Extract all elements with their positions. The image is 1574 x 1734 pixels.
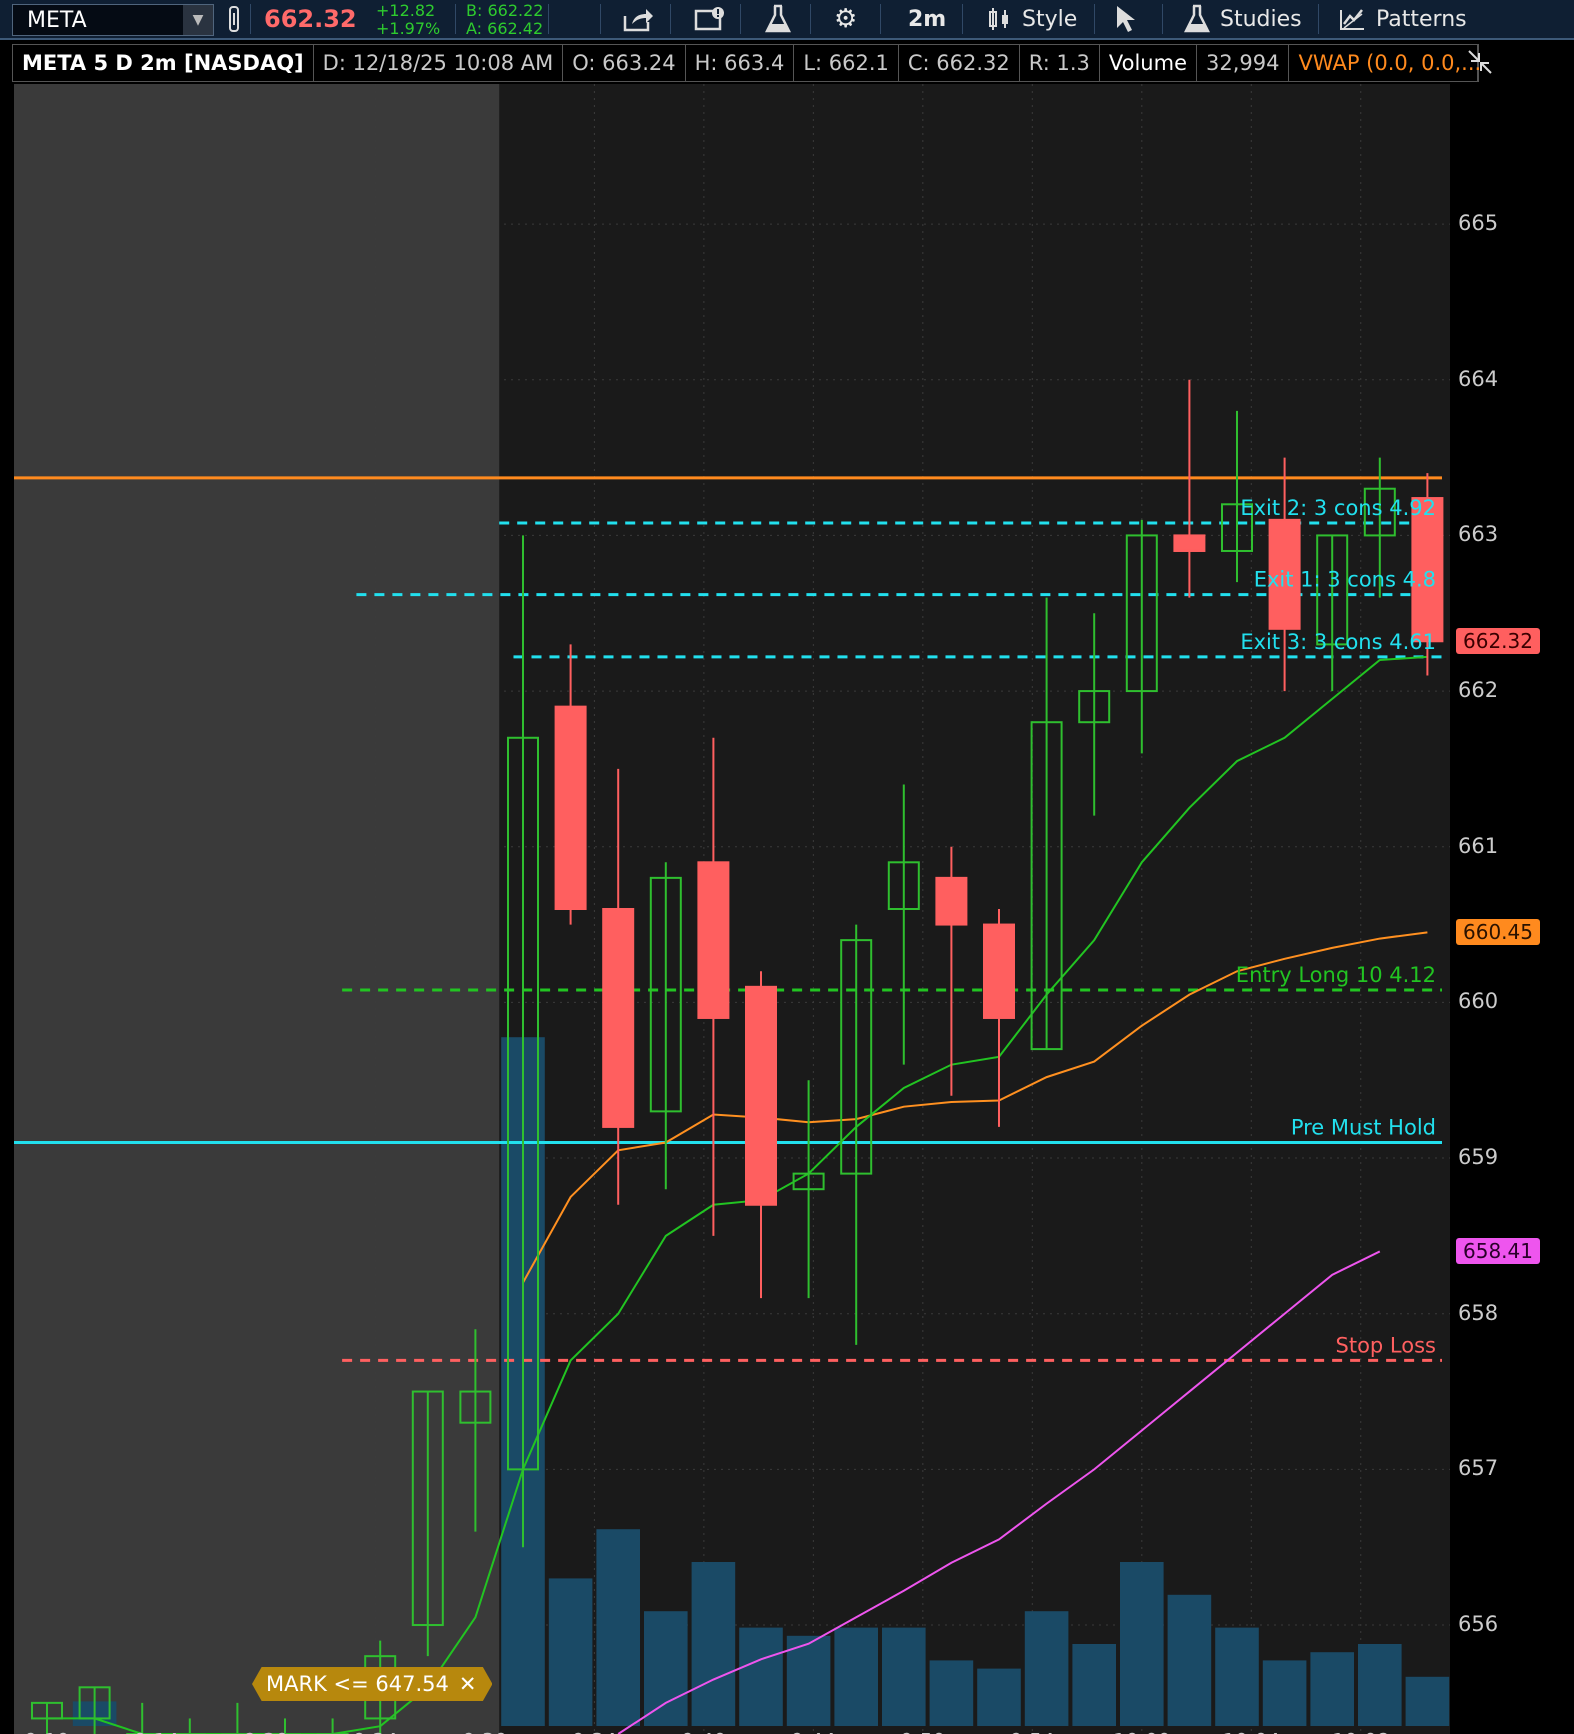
volume-bar xyxy=(644,1611,688,1726)
volume-bar xyxy=(1262,1660,1307,1726)
time-tick: 9:50 xyxy=(900,1729,945,1734)
volume-bar xyxy=(977,1668,1021,1726)
close-icon[interactable]: ✕ xyxy=(459,1672,477,1696)
time-tick: 10:08 xyxy=(1332,1729,1390,1734)
time-tick: 9:10 xyxy=(25,1729,70,1734)
level-label-exit-2: Exit 2: 3 cons 4.92 xyxy=(1240,496,1436,520)
candle-body xyxy=(983,923,1015,1019)
time-tick: 10:04 xyxy=(1222,1729,1280,1734)
price-tick-661: 661 xyxy=(1458,833,1499,858)
volume-label: Volume xyxy=(1100,45,1197,81)
price-tick-662: 662 xyxy=(1458,678,1499,703)
chart-title: META 5 D 2m [NASDAQ] xyxy=(13,45,314,81)
collapse-icon[interactable] xyxy=(1460,44,1500,80)
flask-icon[interactable] xyxy=(765,0,791,38)
volume-bar xyxy=(548,1578,593,1726)
patterns-icon xyxy=(1340,9,1364,30)
price-tick-664: 664 xyxy=(1458,366,1499,391)
time-tick: 9:34 xyxy=(572,1729,617,1734)
volume-bar xyxy=(929,1660,974,1726)
style-menu[interactable]: Style xyxy=(986,0,1077,38)
bar-close: C: 662.32 xyxy=(899,45,1020,81)
style-icon xyxy=(989,8,1008,30)
bar-date: D: 12/18/25 10:08 AM xyxy=(314,45,564,81)
volume-bar xyxy=(1358,1644,1402,1726)
price-chart[interactable]: Pre Must Hold Exit 2: 3 cons 4.92 Exit 1: … xyxy=(14,84,1450,1734)
price-tick-660: 660 xyxy=(1458,989,1499,1014)
mark-alert-text: MARK <= 647.54 xyxy=(266,1672,449,1696)
price-type-icon[interactable] xyxy=(226,0,242,38)
price-tick-663: 663 xyxy=(1458,522,1499,547)
ask-price: A: 662.42 xyxy=(466,18,544,38)
price-tick-657: 657 xyxy=(1458,1456,1499,1481)
time-tick: 9:40 xyxy=(681,1729,726,1734)
bar-low: L: 662.1 xyxy=(794,45,899,81)
time-tick: 9:44 xyxy=(791,1729,836,1734)
price-tick-665: 665 xyxy=(1458,211,1499,236)
premarket-shading xyxy=(14,84,500,1734)
volume-bar xyxy=(1167,1594,1212,1726)
volume-bar xyxy=(691,1562,736,1726)
bar-open: O: 663.24 xyxy=(563,45,686,81)
patterns-label: Patterns xyxy=(1376,6,1467,32)
price-axis[interactable]: 656 657 658 659 660 661 662 663 664 665 662.32 660.… xyxy=(1450,84,1574,1734)
chevron-down-icon[interactable]: ▼ xyxy=(183,5,213,35)
aggregation-selector[interactable]: 2m xyxy=(908,0,946,38)
last-price-tag: 662.32 xyxy=(1456,628,1540,655)
time-tick: 9:24 xyxy=(353,1729,398,1734)
chart-info-bar: META 5 D 2m [NASDAQ] D: 12/18/25 10:08 A… xyxy=(12,44,1481,82)
volume-bar xyxy=(1310,1652,1354,1726)
volume-value: 32,994 xyxy=(1197,45,1290,81)
style-label: Style xyxy=(1022,6,1078,32)
candle-body xyxy=(697,861,730,1019)
last-price: 662.32 xyxy=(264,5,357,33)
level-label-entry-long: Entry Long 10 4.12 xyxy=(1236,963,1436,987)
vwap-study-label[interactable]: VWAP (0.0, 0.0,... xyxy=(1289,45,1481,81)
candle-body xyxy=(554,705,587,910)
price-tick-656: 656 xyxy=(1458,1612,1499,1637)
vwap-tag: 658.41 xyxy=(1456,1238,1540,1265)
symbol-input[interactable]: META ▼ xyxy=(12,4,214,36)
volume-bar xyxy=(596,1529,640,1726)
volume-bar xyxy=(834,1627,878,1726)
volume-bar xyxy=(1072,1644,1116,1726)
level-label-exit-3: Exit 3: 3 cons 4.61 xyxy=(1240,630,1436,654)
studies-label: Studies xyxy=(1220,6,1302,32)
volume-bar xyxy=(1405,1676,1450,1726)
level-label-exit-1: Exit 1: 3 cons 4.8 xyxy=(1254,568,1436,592)
level-label-stop-loss: Stop Loss xyxy=(1336,1333,1436,1357)
ema-slow-tag: 660.45 xyxy=(1456,919,1540,946)
candle-body xyxy=(602,908,635,1128)
patterns-menu[interactable]: Patterns xyxy=(1338,0,1467,38)
volume-bar xyxy=(739,1627,783,1726)
share-icon[interactable] xyxy=(622,0,654,38)
time-tick: 9:54 xyxy=(1010,1729,1055,1734)
studies-menu[interactable]: Studies xyxy=(1184,0,1302,38)
time-tick: 9:30 xyxy=(462,1729,507,1734)
snapshot-icon[interactable] xyxy=(694,0,726,38)
time-tick: 9:14 xyxy=(134,1729,179,1734)
cursor-icon[interactable] xyxy=(1114,0,1138,38)
level-label-pre-must-hold: Pre Must Hold xyxy=(1291,1115,1436,1139)
bar-high: H: 663.4 xyxy=(686,45,795,81)
symbol-text: META xyxy=(27,7,87,33)
time-tick: 10:00 xyxy=(1113,1729,1171,1734)
candle-body xyxy=(1173,534,1206,552)
gear-icon[interactable]: ⚙ xyxy=(834,0,857,38)
pct-change: +1.97% xyxy=(376,18,441,38)
studies-flask-icon xyxy=(1184,4,1210,33)
candle-body xyxy=(935,876,968,926)
mark-alert-badge[interactable]: MARK <= 647.54 ✕ xyxy=(252,1667,493,1701)
toolbar: META ▼ 662.32 +12.82 +1.97% B: 662.22 A:… xyxy=(0,0,1574,40)
volume-bar xyxy=(1215,1627,1259,1726)
bar-range: R: 1.3 xyxy=(1020,45,1100,81)
volume-bar xyxy=(1024,1611,1069,1726)
volume-bar xyxy=(882,1627,926,1726)
price-tick-658: 658 xyxy=(1458,1300,1499,1325)
price-tick-659: 659 xyxy=(1458,1145,1499,1170)
time-tick: 9:20 xyxy=(243,1729,288,1734)
volume-bar xyxy=(1120,1562,1164,1726)
candle-body xyxy=(745,985,777,1206)
